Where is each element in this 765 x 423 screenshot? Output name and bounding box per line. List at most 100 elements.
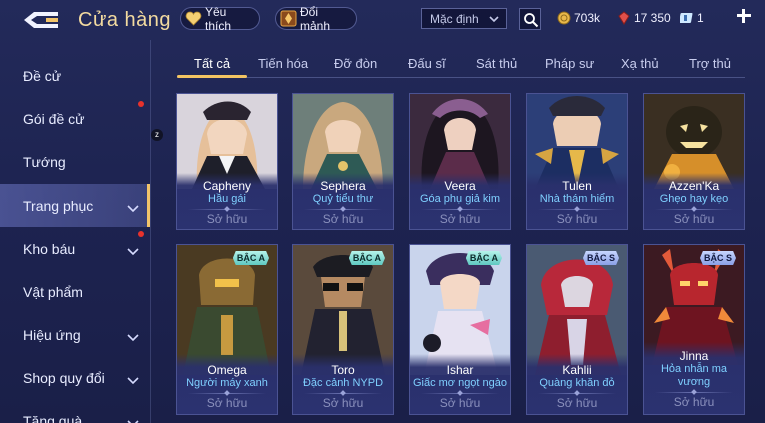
skin-name: Ghẹo hay kẹo: [659, 193, 729, 205]
sidebar-item-items[interactable]: Vật phẩm: [0, 270, 150, 313]
skin-card-veera[interactable]: Veera Góa phụ giả kim Sở hữu: [409, 93, 511, 230]
sidebar-item-recommended[interactable]: Đề cử: [0, 54, 150, 97]
chevron-down-icon: [127, 416, 139, 423]
tab-all[interactable]: Tất cả: [194, 56, 230, 71]
add-currency-button[interactable]: [736, 8, 752, 24]
exchange-shards-button[interactable]: Đổi mảnh: [275, 4, 357, 33]
divider: [421, 209, 499, 210]
sidebar-item-heroes[interactable]: Tướng: [0, 140, 150, 183]
sidebar-item-label: Tặng quà: [23, 413, 83, 423]
category-tabs: Tất cả Tiến hóa Đỡ đòn Đấu sĩ Sát thủ Ph…: [177, 52, 745, 78]
skin-card-sephera[interactable]: Sephera Quỷ tiểu thư Sở hữu: [292, 93, 394, 230]
sidebar-item-gifts[interactable]: Tặng quà: [0, 399, 150, 423]
skin-name: Hầu gái: [208, 193, 246, 205]
sidebar-item-label: Gói đề cử: [23, 111, 85, 127]
ownership-status: Sở hữu: [206, 212, 248, 226]
divider: [655, 209, 733, 210]
ruby-amount: 17 350: [634, 11, 671, 25]
back-arrow-icon[interactable]: [20, 8, 62, 32]
skin-name: Góa phụ giả kim: [419, 193, 501, 205]
notification-dot: [138, 231, 144, 237]
shard-icon: [280, 10, 297, 27]
tier-badge: BẬC S: [582, 251, 619, 265]
exchange-label: Đổi mảnh: [300, 4, 331, 33]
divider: [655, 392, 733, 393]
sidebar: Đề cử Gói đề cử Tướng Trang phục Kho báu…: [0, 54, 150, 423]
voucher-amount: 1: [697, 11, 704, 25]
tab-evolution[interactable]: Tiến hóa: [258, 56, 308, 71]
ownership-status: Sở hữu: [673, 212, 715, 226]
chevron-down-icon: [127, 330, 139, 346]
skin-card-ishar[interactable]: BẬC A Ishar Giấc mơ ngọt ngào Sở hữu: [409, 244, 511, 415]
sidebar-item-exchange-shop[interactable]: Shop quy đổi: [0, 356, 150, 399]
hero-name: Omega: [207, 363, 247, 377]
hero-name: Jinna: [679, 349, 709, 363]
skin-card-azzenka[interactable]: Azzen'Ka Ghẹo hay kẹo Sở hữu: [643, 93, 745, 230]
skin-name: Đặc cảnh NYPD: [302, 377, 384, 389]
tier-badge: BẬC A: [465, 251, 502, 265]
tab-support[interactable]: Trợ thủ: [689, 56, 731, 71]
skin-card-capheny[interactable]: Capheny Hầu gái Sở hữu: [176, 93, 278, 230]
skin-name: Hỏa nhẫn ma vương: [660, 363, 728, 388]
sidebar-item-label: Hiệu ứng: [23, 327, 81, 343]
ownership-status: Sở hữu: [439, 396, 481, 410]
chevron-down-icon: [127, 373, 139, 389]
ownership-status: Sở hữu: [322, 396, 364, 410]
ownership-status: Sở hữu: [556, 396, 598, 410]
search-icon: [524, 13, 539, 28]
sort-dropdown[interactable]: Mặc định: [421, 8, 507, 29]
chevron-down-icon: [488, 13, 500, 28]
skin-card-toro[interactable]: BẬC A Toro Đặc cảnh NYPD Sở hữu: [292, 244, 394, 415]
hero-name: Capheny: [202, 179, 252, 193]
search-button[interactable]: [519, 8, 541, 30]
sidebar-item-treasure[interactable]: Kho báu: [0, 227, 150, 270]
skin-card-omega[interactable]: BẬC A Omega Người máy xanh Sở hữu: [176, 244, 278, 415]
chevron-down-icon: [127, 201, 139, 217]
chevron-down-icon: [127, 244, 139, 260]
sort-value: Mặc định: [430, 12, 479, 26]
sidebar-item-skins[interactable]: Trang phục: [0, 184, 150, 227]
tab-mage[interactable]: Pháp sư: [545, 56, 594, 71]
sidebar-divider: [150, 40, 151, 423]
sidebar-item-label: Đề cử: [23, 68, 62, 84]
heart-icon: [185, 10, 202, 27]
ruby-icon: [618, 11, 630, 25]
hero-name: Ishar: [446, 363, 474, 377]
gold-balance: 703k: [557, 9, 600, 27]
tab-assassin[interactable]: Sát thủ: [476, 56, 517, 71]
skin-name: Người máy xanh: [186, 377, 268, 389]
tier-badge: BẬC S: [699, 251, 736, 265]
ownership-status: Sở hữu: [206, 396, 248, 410]
ownership-status: Sở hữu: [322, 212, 364, 226]
skin-card-jinna[interactable]: BẬC S Jinna Hỏa nhẫn ma vương Sở hữu: [643, 244, 745, 415]
ownership-status: Sở hữu: [673, 395, 715, 409]
hero-name: Toro: [331, 363, 355, 377]
skin-name: Quàng khăn đỏ: [539, 377, 615, 389]
divider: [304, 209, 382, 210]
divider: [538, 209, 616, 210]
tab-fighter[interactable]: Đấu sĩ: [408, 56, 446, 71]
notification-dot: [138, 101, 144, 107]
divider: [188, 209, 266, 210]
skin-name: Giấc mơ ngọt ngào: [412, 377, 508, 389]
tab-tank[interactable]: Đỡ đòn: [334, 56, 377, 71]
tier-badge: BẬC A: [348, 251, 385, 265]
gold-amount: 703k: [574, 11, 601, 25]
tab-marksman[interactable]: Xạ thủ: [621, 56, 659, 71]
favorites-button[interactable]: Yêu thích: [180, 4, 260, 33]
skin-name: Quỷ tiểu thư: [312, 193, 374, 205]
gold-coin-icon: [557, 11, 571, 25]
sidebar-item-label: Trang phục: [23, 198, 94, 214]
divider: [538, 393, 616, 394]
sidebar-item-effects[interactable]: Hiệu ứng: [0, 313, 150, 356]
skin-name: Nhà thám hiểm: [539, 193, 615, 205]
sidebar-item-label: Shop quy đổi: [23, 370, 105, 386]
sidebar-item-label: Kho báu: [23, 241, 76, 257]
ruby-balance: 17 350: [617, 9, 671, 27]
favorites-label: Yêu thích: [205, 4, 232, 33]
skin-card-kahlii[interactable]: BẬC S Kahlii Quàng khăn đỏ Sở hữu: [526, 244, 628, 415]
sidebar-item-recommended-packs[interactable]: Gói đề cử: [0, 97, 150, 140]
active-tab-indicator: [177, 75, 247, 78]
sleep-badge: z: [151, 129, 163, 141]
skin-card-tulen[interactable]: Tulen Nhà thám hiểm Sở hữu: [526, 93, 628, 230]
